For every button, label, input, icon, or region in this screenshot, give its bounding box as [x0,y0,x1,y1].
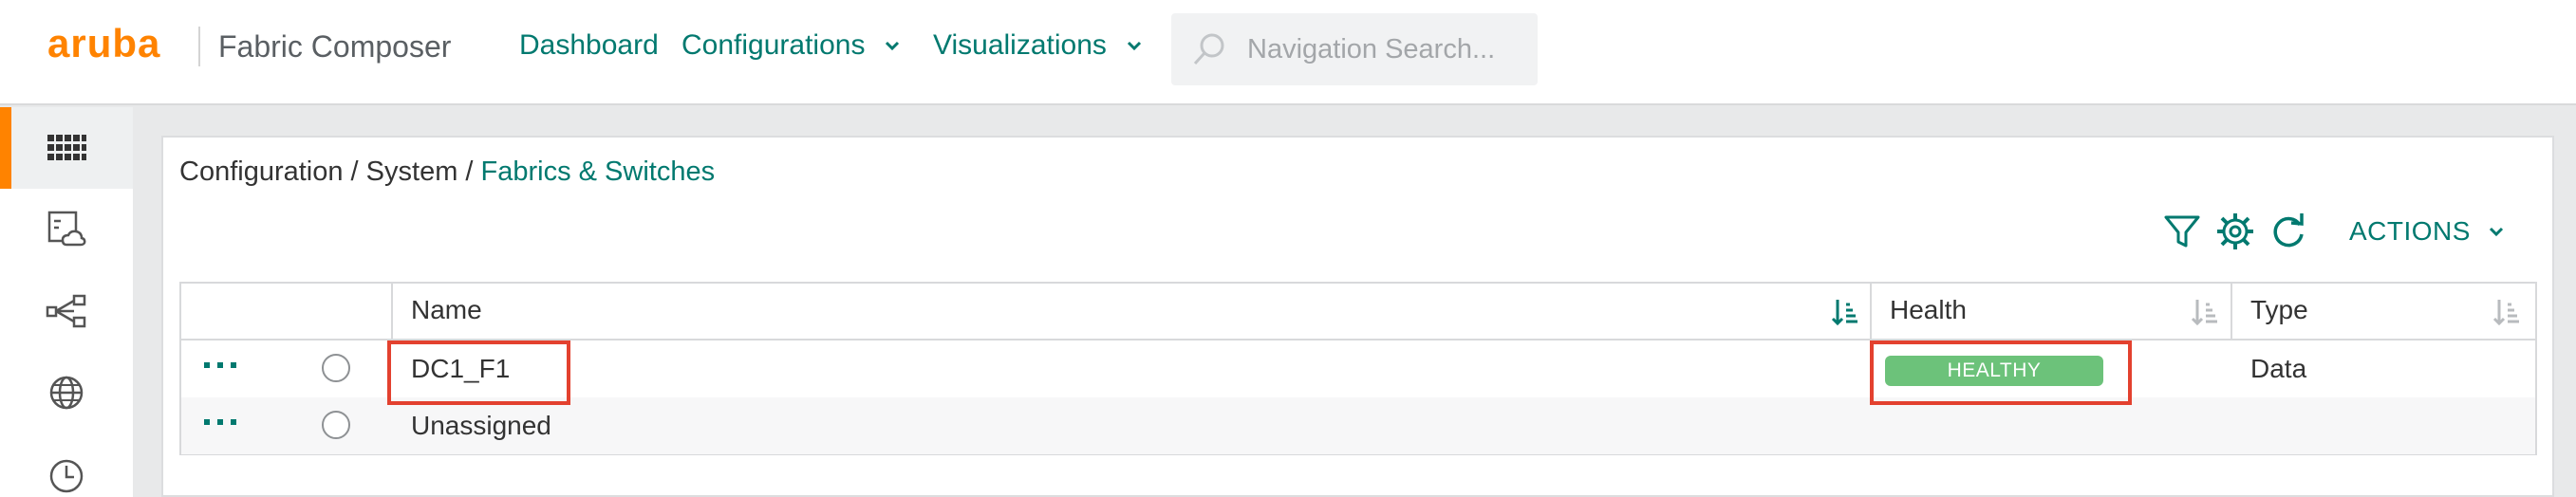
sidebar-item-topology[interactable] [0,270,133,352]
nav-configurations-label: Configurations [681,29,866,61]
sidebar-item-images[interactable] [0,189,133,270]
column-divider [2231,284,2232,341]
more-options-icon[interactable] [202,414,240,430]
refresh-icon[interactable] [2268,212,2308,251]
column-divider [1870,284,1872,341]
cell-type: Data [2250,354,2307,383]
filter-icon[interactable] [2162,212,2202,251]
column-header-health[interactable]: Health [1890,295,1967,325]
clock-icon [49,459,84,493]
breadcrumb-current: Fabrics & Switches [480,156,716,187]
cell-name[interactable]: Unassigned [411,411,551,441]
sidebar-item-history[interactable] [0,433,133,497]
more-options-icon[interactable] [202,358,240,373]
highlight-box-health [1870,341,2132,405]
grid-apps-icon [47,135,86,160]
nav-dashboard-label: Dashboard [519,29,659,61]
nav-configurations[interactable]: Configurations [681,29,901,62]
chevron-down-icon [2489,227,2504,237]
sidebar [0,107,133,497]
row-select-radio[interactable] [322,354,350,382]
search-input[interactable] [1247,30,1522,68]
row-select-radio[interactable] [322,411,350,439]
sort-icon[interactable] [2191,297,2219,327]
table-row[interactable]: Unassigned [181,397,2535,454]
gear-icon[interactable] [2215,212,2255,251]
sort-ascending-icon[interactable] [1831,297,1859,327]
sidebar-item-global[interactable] [0,352,133,433]
image-cloud-icon [47,211,86,247]
navigation-search[interactable] [1171,13,1538,85]
column-divider [391,284,393,341]
top-bar: aruba Fabric Composer Dashboard Configur… [0,0,2576,105]
column-header-type[interactable]: Type [2250,295,2308,325]
nav-dashboard[interactable]: Dashboard [519,29,659,62]
nav-visualizations-label: Visualizations [933,29,1107,61]
app-name: Fabric Composer [218,29,452,64]
aruba-logo[interactable]: aruba [47,21,160,66]
logo-divider [198,27,200,66]
breadcrumb-path[interactable]: Configuration / System / [179,156,481,187]
globe-icon [49,376,84,410]
actions-dropdown[interactable]: ACTIONS [2349,216,2505,247]
breadcrumb: Configuration / System / Fabrics & Switc… [179,156,715,188]
column-header-name[interactable]: Name [411,295,482,325]
fabrics-table: Name Health Type DC1_F1 HEALTHY Data Una… [179,282,2537,455]
topology-icon [46,294,86,328]
content-panel: Configuration / System / Fabrics & Switc… [161,136,2554,497]
highlight-box-name [387,341,570,405]
chevron-down-icon [1127,41,1141,51]
sidebar-item-dashboard-grid[interactable] [0,107,133,189]
table-header: Name Health Type [181,284,2535,341]
nav-visualizations[interactable]: Visualizations [933,29,1143,62]
actions-label: ACTIONS [2349,216,2471,246]
search-icon [1193,33,1224,65]
sort-icon[interactable] [2492,297,2521,327]
chevron-down-icon [886,41,900,51]
